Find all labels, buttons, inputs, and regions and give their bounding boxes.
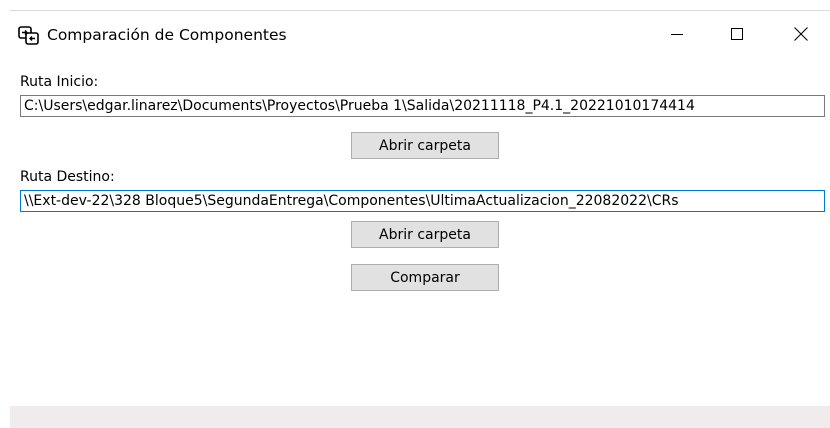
close-button[interactable] [778, 11, 824, 57]
window-title: Comparación de Componentes [47, 26, 287, 44]
destination-path-input[interactable]: \\Ext-dev-22\328 Bloque5\SegundaEntrega\… [20, 190, 825, 212]
origin-browse-button[interactable]: Abrir carpeta [351, 132, 499, 159]
destination-browse-button[interactable]: Abrir carpeta [351, 221, 499, 248]
destination-path-label: Ruta Destino: [20, 169, 115, 185]
minimize-icon [671, 34, 683, 35]
compare-app-icon [18, 26, 40, 46]
minimize-button[interactable] [654, 11, 700, 57]
maximize-icon [731, 28, 743, 40]
title-bar[interactable]: Comparación de Componentes [10, 11, 830, 57]
status-bar [10, 406, 830, 428]
close-icon [794, 27, 808, 41]
compare-button[interactable]: Comparar [351, 264, 499, 291]
origin-path-label: Ruta Inicio: [20, 74, 99, 90]
app-window: Comparación de Componentes Ruta Inicio: … [10, 11, 830, 428]
origin-path-input[interactable]: C:\Users\edgar.linarez\Documents\Proyect… [20, 95, 825, 117]
maximize-button[interactable] [714, 11, 760, 57]
